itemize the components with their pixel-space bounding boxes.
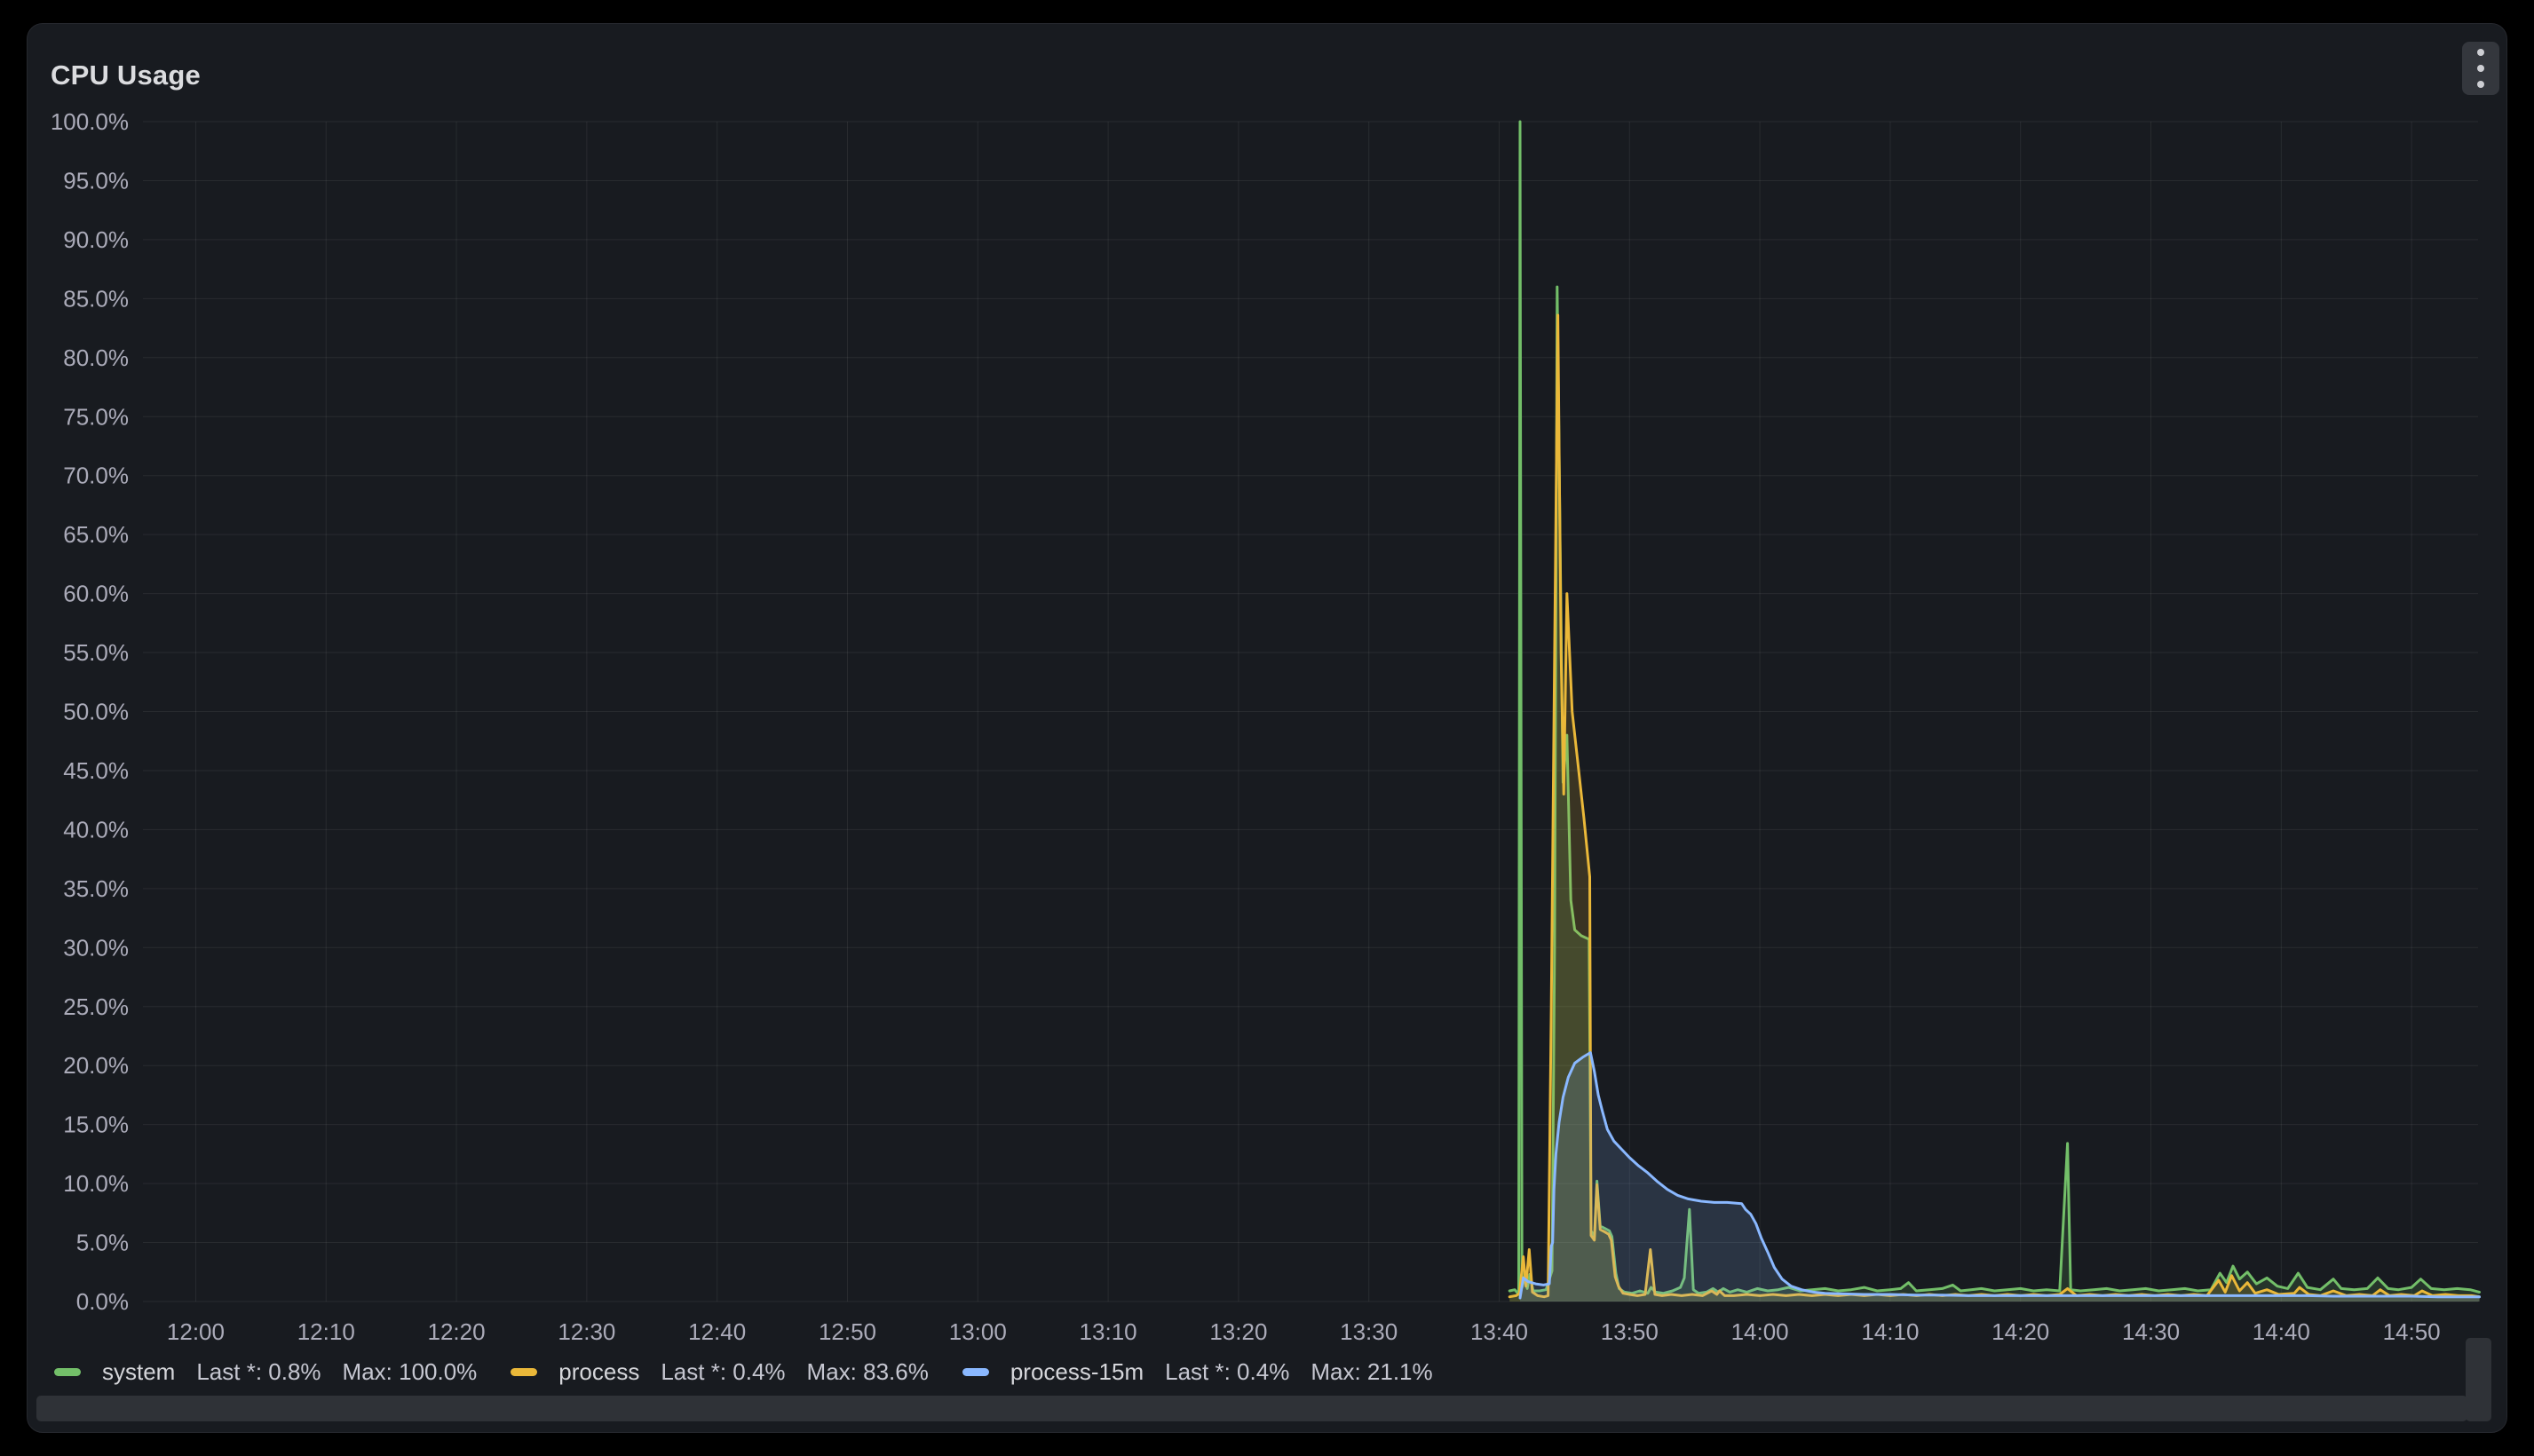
y-tick-label: 95.0% bbox=[63, 167, 129, 194]
series-process-fill bbox=[1509, 315, 2479, 1302]
legend-max-stat: Max: 100.0% bbox=[343, 1358, 478, 1386]
y-tick-label: 5.0% bbox=[76, 1230, 129, 1256]
horizontal-scrollbar[interactable] bbox=[36, 1396, 2467, 1421]
y-tick-label: 85.0% bbox=[63, 285, 129, 312]
y-tick-label: 55.0% bbox=[63, 639, 129, 666]
panel-title: CPU Usage bbox=[51, 59, 201, 91]
y-tick-label: 50.0% bbox=[63, 699, 129, 725]
y-tick-label: 80.0% bbox=[63, 344, 129, 371]
axis-tick-labels: 0.0% 5.0% 10.0% 15.0% 20.0% 25.0% 30.0% 35.0% 40… bbox=[51, 108, 2441, 1345]
legend-last-stat: Last *: 0.8% bbox=[196, 1358, 321, 1386]
x-tick-label: 12:30 bbox=[558, 1318, 615, 1345]
y-tick-label: 10.0% bbox=[63, 1170, 129, 1197]
legend-item-process[interactable]: process Last *: 0.4% Max: 83.6% bbox=[511, 1358, 929, 1386]
series-process-line[interactable] bbox=[1509, 315, 2479, 1297]
vertical-scrollbar[interactable] bbox=[2466, 1338, 2491, 1421]
x-tick-label: 14:20 bbox=[1992, 1318, 2049, 1345]
x-tick-label: 13:20 bbox=[1209, 1318, 1267, 1345]
grid-lines bbox=[143, 122, 2478, 1302]
x-tick-label: 12:20 bbox=[428, 1318, 486, 1345]
legend-swatch-icon[interactable] bbox=[54, 1368, 81, 1376]
legend-last-stat: Last *: 0.4% bbox=[661, 1358, 785, 1386]
y-tick-label: 65.0% bbox=[63, 521, 129, 548]
panel-menu-button[interactable] bbox=[2462, 42, 2499, 95]
x-tick-label: 13:10 bbox=[1080, 1318, 1137, 1345]
y-tick-label: 100.0% bbox=[51, 108, 129, 135]
x-tick-label: 12:50 bbox=[819, 1318, 876, 1345]
y-tick-label: 90.0% bbox=[63, 226, 129, 253]
chart-legend: system Last *: 0.8% Max: 100.0% process Last… bbox=[54, 1354, 1433, 1389]
x-tick-label: 13:50 bbox=[1601, 1318, 1659, 1345]
cpu-usage-chart[interactable]: 0.0% 5.0% 10.0% 15.0% 20.0% 25.0% 30.0% 35.0% 40… bbox=[28, 24, 2508, 1434]
legend-last-stat: Last *: 0.4% bbox=[1165, 1358, 1289, 1386]
x-tick-label: 13:00 bbox=[949, 1318, 1007, 1345]
cpu-usage-panel: 0.0% 5.0% 10.0% 15.0% 20.0% 25.0% 30.0% 35.0% 40… bbox=[27, 23, 2507, 1433]
legend-item-process-15m[interactable]: process-15m Last *: 0.4% Max: 21.1% bbox=[962, 1358, 1433, 1386]
legend-item-system[interactable]: system Last *: 0.8% Max: 100.0% bbox=[54, 1358, 477, 1386]
y-tick-label: 45.0% bbox=[63, 757, 129, 784]
legend-swatch-icon[interactable] bbox=[511, 1368, 537, 1376]
legend-max-stat: Max: 83.6% bbox=[807, 1358, 929, 1386]
y-tick-label: 75.0% bbox=[63, 403, 129, 430]
y-tick-label: 20.0% bbox=[63, 1052, 129, 1079]
x-tick-label: 13:30 bbox=[1340, 1318, 1398, 1345]
y-tick-label: 35.0% bbox=[63, 875, 129, 902]
series-process-15m-fill bbox=[1520, 1053, 2480, 1302]
series-system-line[interactable] bbox=[1509, 122, 2479, 1294]
x-tick-label: 14:40 bbox=[2253, 1318, 2310, 1345]
y-tick-label: 25.0% bbox=[63, 993, 129, 1020]
y-tick-label: 40.0% bbox=[63, 816, 129, 843]
kebab-vertical-icon bbox=[2477, 49, 2484, 88]
x-tick-label: 14:50 bbox=[2383, 1318, 2441, 1345]
y-tick-label: 0.0% bbox=[76, 1288, 129, 1315]
x-tick-label: 14:10 bbox=[1861, 1318, 1919, 1345]
legend-series-name[interactable]: process-15m bbox=[1010, 1358, 1144, 1386]
y-tick-label: 15.0% bbox=[63, 1112, 129, 1138]
y-tick-label: 70.0% bbox=[63, 463, 129, 489]
legend-series-name[interactable]: process bbox=[558, 1358, 639, 1386]
x-tick-label: 13:40 bbox=[1470, 1318, 1528, 1345]
x-tick-label: 14:00 bbox=[1731, 1318, 1789, 1345]
legend-series-name[interactable]: system bbox=[102, 1358, 175, 1386]
x-tick-label: 12:10 bbox=[297, 1318, 355, 1345]
legend-swatch-icon[interactable] bbox=[962, 1368, 989, 1376]
x-tick-label: 12:00 bbox=[167, 1318, 225, 1345]
y-tick-label: 60.0% bbox=[63, 581, 129, 607]
y-tick-label: 30.0% bbox=[63, 934, 129, 961]
x-tick-label: 12:40 bbox=[688, 1318, 746, 1345]
legend-max-stat: Max: 21.1% bbox=[1311, 1358, 1432, 1386]
x-tick-label: 14:30 bbox=[2122, 1318, 2180, 1345]
